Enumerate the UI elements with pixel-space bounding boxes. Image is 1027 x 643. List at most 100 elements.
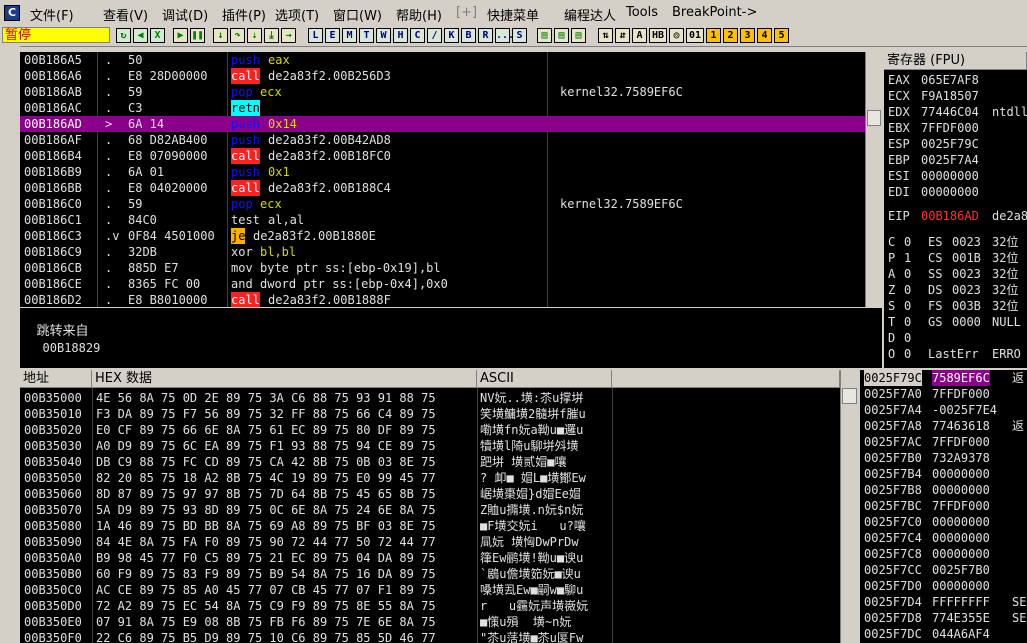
disassembly-pane[interactable]: 00B186A5. 50 push eax 00B186A6. E8 28D00000 ca… bbox=[20, 52, 865, 307]
stack-row[interactable]: 0025F7D8 774E355E SE bbox=[860, 610, 1027, 626]
dump-row[interactable]: 00B35070 5A D9 89 75 93 8D 89 75 0C 6E 8A… bbox=[20, 502, 840, 518]
menu-plugins[interactable]: 插件(P) bbox=[222, 5, 266, 24]
disasm-row[interactable]: 00B186AC. C3 retn bbox=[20, 100, 865, 116]
dump-row[interactable]: 00B35050 82 20 85 75 18 A2 8B 75 4C 19 89… bbox=[20, 470, 840, 486]
view-slash-button[interactable]: / bbox=[427, 28, 442, 43]
dump-scroll-thumb[interactable] bbox=[842, 388, 857, 404]
trace-over-icon[interactable]: ⇣ bbox=[247, 28, 262, 43]
flag-row[interactable]: C 0 ES 0023 32位 bbox=[884, 234, 1027, 250]
trace-into-icon[interactable]: ↷ bbox=[230, 28, 245, 43]
plugin-2-button[interactable]: 2 bbox=[723, 28, 738, 43]
dump-row[interactable]: 00B350C0 AC CE 89 75 85 A0 45 77 07 CB 45… bbox=[20, 582, 840, 598]
disasm-row[interactable]: 00B186C0. 59 pop ecx kernel32.7589EF6C bbox=[20, 196, 865, 212]
flag-row[interactable]: S 0 FS 003B 32位 bbox=[884, 298, 1027, 314]
register-row[interactable]: EAX 065E7AF8 bbox=[884, 72, 1027, 88]
disasm-row[interactable]: 00B186A6. E8 28D00000 call de2a83f2.00B256D… bbox=[20, 68, 865, 84]
dump-row[interactable]: 00B35060 8D 87 89 75 97 97 8B 75 7D 64 8B… bbox=[20, 486, 840, 502]
close-icon[interactable]: ◀ bbox=[133, 28, 148, 43]
menu-help[interactable]: 帮助(H) bbox=[396, 5, 442, 24]
flag-row[interactable]: O 0 LastErr ERRO bbox=[884, 346, 1027, 362]
register-row[interactable]: EBP 0025F7A4 bbox=[884, 152, 1027, 168]
view-dots-button[interactable]: ... bbox=[495, 28, 514, 43]
disassembly-scroll-thumb[interactable] bbox=[867, 110, 881, 126]
register-row[interactable]: EDI 00000000 bbox=[884, 184, 1027, 200]
register-row[interactable]: EBX 7FFDF000 bbox=[884, 120, 1027, 136]
disasm-row[interactable]: 00B186A5. 50 push eax bbox=[20, 52, 865, 68]
target-icon[interactable]: ◎ bbox=[669, 28, 684, 43]
stack-row[interactable]: 0025F7A8 77463618 返 bbox=[860, 418, 1027, 434]
dump-row[interactable]: 00B35080 1A 46 89 75 BD BB 8A 75 69 A8 89… bbox=[20, 518, 840, 534]
stack-pane[interactable]: 0025F79C 7589EF6C 返 0025F7A0 7FFDF000 0025F7A… bbox=[860, 370, 1027, 643]
a-icon[interactable]: A bbox=[632, 28, 647, 43]
disasm-row[interactable]: 00B186B9. 6A 01 push 0x1 bbox=[20, 164, 865, 180]
stack-row[interactable]: 0025F7CC 0025F7B0 bbox=[860, 562, 1027, 578]
stack-row[interactable]: 0025F7D0 00000000 bbox=[860, 578, 1027, 594]
flag-row[interactable]: Z 0 DS 0023 32位 bbox=[884, 282, 1027, 298]
hb-icon[interactable]: HB bbox=[649, 28, 667, 43]
register-row[interactable]: ESI 00000000 bbox=[884, 168, 1027, 184]
pause-icon[interactable]: ▶ bbox=[173, 28, 188, 43]
dump-row[interactable]: 00B35040 DB C9 88 75 FC CD 89 75 CA 42 8B… bbox=[20, 454, 840, 470]
view-k-button[interactable]: K bbox=[444, 28, 459, 43]
register-row[interactable]: ECX F9A18507 bbox=[884, 88, 1027, 104]
restart-icon[interactable]: ↻ bbox=[116, 28, 131, 43]
disasm-row[interactable]: 00B186AD >6A 14 push 0x14 bbox=[20, 116, 865, 132]
view-m-button[interactable]: M bbox=[342, 28, 357, 43]
stack-row[interactable]: 0025F7C4 00000000 bbox=[860, 530, 1027, 546]
dump-row[interactable]: 00B35090 84 4E 8A 75 FA F0 89 75 90 72 44… bbox=[20, 534, 840, 550]
stack-row[interactable]: 0025F7B4 00000000 bbox=[860, 466, 1027, 482]
stack-row[interactable]: 0025F7A0 7FFDF000 bbox=[860, 386, 1027, 402]
view-h-button[interactable]: H bbox=[393, 28, 408, 43]
disasm-row[interactable]: 00B186B4. E8 07090000 call de2a83f2.00B18FC… bbox=[20, 148, 865, 164]
flag-row[interactable]: D0 bbox=[884, 330, 1027, 346]
menu-view[interactable]: 查看(V) bbox=[103, 5, 148, 24]
disasm-row[interactable]: 00B186AB. 59 pop ecx kernel32.7589EF6C bbox=[20, 84, 865, 100]
app-icon[interactable]: C bbox=[4, 5, 20, 21]
stack-row[interactable]: 0025F79C 7589EF6C 返 bbox=[860, 370, 1027, 386]
swap-icon[interactable]: ⇅ bbox=[598, 28, 613, 43]
flag-row[interactable]: P 1 CS 001B 32位 bbox=[884, 250, 1027, 266]
plugin-5-button[interactable]: 5 bbox=[774, 28, 789, 43]
register-row[interactable]: EDX 77446C04 ntdll bbox=[884, 104, 1027, 120]
step-into-icon[interactable]: ❚❚ bbox=[190, 28, 205, 43]
view-e-button[interactable]: E bbox=[325, 28, 340, 43]
go-to-icon[interactable]: → bbox=[281, 28, 296, 43]
stack-row[interactable]: 0025F7C0 00000000 bbox=[860, 514, 1027, 530]
disasm-row[interactable]: 00B186CE. 8365 FC 00 and dword ptr ss:[ebp-… bbox=[20, 276, 865, 292]
register-row-eip[interactable]: EIP 00B186AD de2a8 bbox=[884, 208, 1027, 224]
run-icon[interactable]: X bbox=[150, 28, 165, 43]
stack-row[interactable]: 0025F7DC 044A6AF4 bbox=[860, 626, 1027, 642]
sort-icon[interactable]: ⇵ bbox=[615, 28, 630, 43]
view-s-button[interactable]: S bbox=[512, 28, 527, 43]
binary-icon[interactable]: 01 bbox=[686, 28, 704, 43]
registers-pane[interactable]: EAX 065E7AF8 ECX F9A18507 EDX 77446C04 ntdll EB… bbox=[884, 70, 1027, 368]
list-icon[interactable]: ▤ bbox=[537, 28, 552, 43]
view-r-button[interactable]: R bbox=[478, 28, 493, 43]
stack-row[interactable]: 0025F7AC 7FFDF000 bbox=[860, 434, 1027, 450]
dump-row[interactable]: 00B350D0 72 A2 89 75 EC 54 8A 75 C9 F9 89… bbox=[20, 598, 840, 614]
menu-programmer[interactable]: 编程达人 bbox=[564, 5, 616, 24]
stack-row[interactable]: 0025F7A4 -0025F7E4 bbox=[860, 402, 1027, 418]
help-icon[interactable]: ▤ bbox=[571, 28, 586, 43]
disasm-row[interactable]: 00B186CB. 885D E7 mov byte ptr ss:[ebp-0x19… bbox=[20, 260, 865, 276]
disasm-row[interactable]: 00B186C1. 84C0 test al,al bbox=[20, 212, 865, 228]
plugin-1-button[interactable]: 1 bbox=[706, 28, 721, 43]
view-w-button[interactable]: W bbox=[376, 28, 391, 43]
menu-shortcuts[interactable]: 快捷菜单 bbox=[487, 5, 539, 24]
disasm-row[interactable]: 00B186C3 .v 0F84 4501000 je de2a83f2.00B1880… bbox=[20, 228, 865, 244]
disasm-row[interactable]: 00B186D2. E8 B8010000 call de2a83f2.00B1888… bbox=[20, 292, 865, 307]
menu-file[interactable]: 文件(F) bbox=[30, 5, 74, 24]
view-t-button[interactable]: T bbox=[359, 28, 374, 43]
execute-till-return-icon[interactable]: ⤓ bbox=[264, 28, 279, 43]
dump-header-hex[interactable]: HEX 数据 bbox=[92, 370, 477, 388]
stack-row[interactable]: 0025F7C8 00000000 bbox=[860, 546, 1027, 562]
view-b-button[interactable]: B bbox=[461, 28, 476, 43]
step-over-icon[interactable]: ↓ bbox=[213, 28, 228, 43]
menu-breakpoint[interactable]: BreakPoint-> bbox=[672, 5, 757, 20]
flag-row[interactable]: A 0 SS 0023 32位 bbox=[884, 266, 1027, 282]
dump-row[interactable]: 00B350B0 60 F9 89 75 83 F9 89 75 B9 54 8A… bbox=[20, 566, 840, 582]
grid-icon[interactable]: ▤ bbox=[554, 28, 569, 43]
dump-header-ascii[interactable]: ASCII bbox=[477, 370, 612, 388]
dump-row[interactable]: 00B35000 4E 56 8A 75 0D 2E 89 75 3A C6 88… bbox=[20, 390, 840, 406]
disasm-row[interactable]: 00B186BB. E8 04020000 call de2a83f2.00B188C… bbox=[20, 180, 865, 196]
